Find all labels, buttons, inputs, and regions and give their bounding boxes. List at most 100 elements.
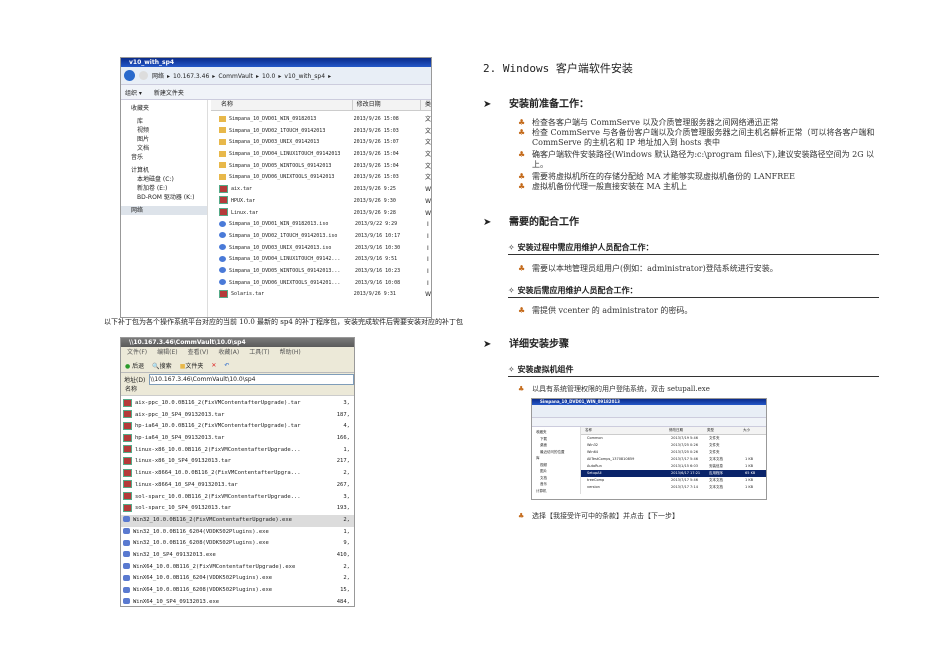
file-row[interactable]: WinX64_10.0.0B116_6208(VDDK502Plugins).e… <box>121 585 354 597</box>
file-row[interactable]: linux-x86_10.0.0B116_2(FixVMContentafter… <box>121 445 354 457</box>
file-row[interactable]: HPUX.tar 2013/9/26 9:30 W <box>211 196 431 208</box>
breadcrumb-item[interactable]: 10.0 <box>262 73 275 80</box>
file-row[interactable]: Simpana_10_DVD04_LINUX1TOUCH_09142... 201… <box>211 254 431 266</box>
breadcrumb-item[interactable]: CommVault <box>218 73 253 80</box>
file-row[interactable]: Simpana_10_DVD05_WINTOOLS_09142013 2013/9… <box>211 161 431 173</box>
file-name: Win32_10_SP4_09132013.exe <box>121 550 320 562</box>
menu-item[interactable]: 编辑(E) <box>157 347 177 358</box>
file-row[interactable]: hp-ia64_10.0.0B116_2(FixVMContentafterUp… <box>121 421 354 433</box>
file-size: 267, <box>336 481 350 488</box>
file-row[interactable]: Simpana_10_DVD03_UNIX_09142013 2013/9/26 … <box>211 137 431 149</box>
nav-item[interactable]: 文档 <box>121 144 207 153</box>
file-name-text: Win32_10.0.0B116_6204(VDDK502Plugins).ex… <box>133 528 269 535</box>
nav-item[interactable]: 库 <box>121 117 207 126</box>
file-row[interactable]: sol-sparc_10.0.0B116_2(FixVMContentafter… <box>121 492 354 504</box>
file-row[interactable]: Simpana_10_DVD06_UNIXTOOLS_09142013 2013/… <box>211 172 431 184</box>
file-row[interactable]: SetupAll 2013/6/17 17:21 应用程序 65 KB <box>581 470 766 477</box>
forward-icon[interactable] <box>139 71 148 80</box>
back-button[interactable]: ● 后退 <box>125 361 144 370</box>
file-name-text: aix.tar <box>231 186 253 193</box>
nav-item[interactable]: 本地磁盘 (C:) <box>121 175 207 184</box>
nav-item[interactable]: 计算机 <box>532 488 580 495</box>
nav-item[interactable]: 图片 <box>121 135 207 144</box>
file-date: 2013/9/26 15:03 <box>353 127 399 134</box>
col-date[interactable]: 修改日期 <box>351 100 420 110</box>
file-row[interactable]: Win64 2013/7/25 0:26 文件夹 <box>581 449 766 456</box>
breadcrumb-item[interactable]: 网络 <box>152 73 164 80</box>
col-name[interactable]: 名称 <box>211 100 352 110</box>
file-row[interactable]: AutoRun 2013/1/15 6:03 安装信息 1 KB <box>581 463 766 470</box>
file-row[interactable]: Simpana_10_DVD02_1TOUCH_09142013 2013/9/2… <box>211 126 431 138</box>
file-row[interactable]: Win32_10_SP4_09132013.exe 410, <box>121 550 354 562</box>
file-row[interactable]: AllTestComps_1370810859 2013/7/17 5:46 文本文… <box>581 456 766 463</box>
menu-item[interactable]: 收藏(A) <box>218 347 239 358</box>
nav-item[interactable]: BD-ROM 驱动器 (K:) <box>121 193 207 202</box>
nav-item[interactable]: 收藏夹 <box>121 104 207 113</box>
col-name[interactable]: 名称 <box>581 427 669 434</box>
file-name-text: sol-sparc_10_SP4_09132013.tar <box>135 505 232 512</box>
file-size: 193, <box>336 505 350 512</box>
file-row[interactable]: linux-x86_10_SP4_09132013.tar 217, <box>121 456 354 468</box>
menu-item[interactable]: 查看(V) <box>188 347 209 358</box>
col-type[interactable]: 类 <box>419 100 431 110</box>
file-row[interactable]: version 2013/7/17 7:14 文本文档 1 KB <box>581 484 766 491</box>
col-type[interactable]: 类型 <box>707 427 743 434</box>
nav-item[interactable]: 音乐 <box>121 153 207 162</box>
undo-icon[interactable]: ↶ <box>224 362 229 369</box>
file-row[interactable]: aix.tar 2013/9/26 9:25 W <box>211 184 431 196</box>
file-row[interactable]: Simpana_10_DVD04_LINUX1TOUCH_09142013 201… <box>211 149 431 161</box>
delete-icon[interactable]: ✕ <box>211 362 216 369</box>
col-name[interactable]: 名称 <box>121 385 137 395</box>
file-row[interactable]: Common 2013/7/19 5:46 文件夹 <box>581 435 766 442</box>
list-item-text: 确客户端软件安装路径(Windows 默认路径为:c:\program file… <box>532 150 875 169</box>
new-folder-button[interactable]: 新建文件夹 <box>154 88 184 97</box>
organize-button[interactable]: 组织 ▾ <box>125 88 142 97</box>
search-button[interactable]: 🔍搜索 <box>152 361 172 370</box>
file-row[interactable]: Solaris.tar 2013/9/26 9:31 W <box>211 289 431 301</box>
chevron-right-icon: ▸ <box>167 73 171 80</box>
breadcrumb[interactable]: 网络 ▸ 10.167.3.46 ▸ CommVault ▸ 10.0 ▸ v10_with_s… <box>152 71 334 80</box>
file-name: treeComp <box>587 478 605 482</box>
file-row[interactable]: Win32_10.0.0B116_6208(VDDK502Plugins).ex… <box>121 538 354 550</box>
file-row[interactable]: sol-sparc_10_SP4_09132013.tar 193, <box>121 503 354 515</box>
nav-item[interactable]: 网络 <box>121 206 207 215</box>
menu-item[interactable]: 帮助(H) <box>280 347 301 358</box>
file-row[interactable]: hp-ia64_10_SP4_09132013.tar 166, <box>121 433 354 445</box>
file-row[interactable]: Simpana_10_DVD03_UNIX_09142013.iso 2013/9… <box>211 243 431 255</box>
file-row[interactable]: Linux.tar 2013/9/26 9:28 W <box>211 208 431 220</box>
file-row[interactable]: Simpana_10_DVD01_WIN_09182013.iso 2013/9/… <box>211 219 431 231</box>
menu-item[interactable]: 文件(F) <box>127 347 147 358</box>
breadcrumb-item[interactable]: 10.167.3.46 <box>173 73 209 80</box>
file-row[interactable]: linux-x8664_10.0.0B116_2(FixVMContentaft… <box>121 468 354 480</box>
file-row[interactable]: WinX64_10.0.0B116_6204(VDDK502Plugins).e… <box>121 573 354 585</box>
file-row[interactable]: treeComp 2013/7/17 5:46 文本文档 1 KB <box>581 477 766 484</box>
file-row[interactable]: Win32_10.0.0B116_2(FixVMContentafterUpgr… <box>121 514 354 527</box>
file-row[interactable]: linux-x8664_10_SP4_09132013.tar 267, <box>121 480 354 492</box>
address-bar[interactable]: 网络 ▸ 10.167.3.46 ▸ CommVault ▸ 10.0 ▸ v10_with_s… <box>121 67 431 85</box>
col-date[interactable]: 修改日期 <box>669 427 707 434</box>
nav-item[interactable]: 视频 <box>121 126 207 135</box>
col-size[interactable]: 大小 <box>743 427 750 434</box>
nav-item[interactable]: 计算机 <box>121 166 207 175</box>
file-row[interactable]: Win32 2013/7/25 0:26 文件夹 <box>581 442 766 449</box>
file-row[interactable]: Win32_10.0.0B116_6204(VDDK502Plugins).ex… <box>121 527 354 539</box>
file-row[interactable]: Simpana_10_DVD01_WIN_09182013 2013/9/26 1… <box>211 114 431 126</box>
folders-button[interactable]: ■文件夹 <box>180 361 204 370</box>
file-row[interactable]: WinX64_10_SP4_09132013.exe 484, <box>121 597 354 606</box>
address-bar[interactable] <box>532 405 766 418</box>
file-row[interactable]: aix-ppc_10_SP4_09132013.tar 187, <box>121 410 354 422</box>
file-row[interactable]: WinX64_10.0.0B116_2(FixVMContentafterUpg… <box>121 562 354 574</box>
file-row[interactable]: Simpana_10_DVD05_WINTOOLS_09142013... 201… <box>211 266 431 278</box>
breadcrumb-item[interactable]: v10_with_sp4 <box>284 73 325 80</box>
menu-item[interactable]: 工具(T) <box>249 347 269 358</box>
subheading-during-install: ✧ 安装过程中需应用维护人员配合工作： <box>508 242 879 255</box>
file-row[interactable]: Simpana_10_DVD06_UNIXTOOLS_0914201... 201… <box>211 278 431 290</box>
exe-icon <box>123 563 130 570</box>
nav-item[interactable]: 新加卷 (E:) <box>121 184 207 193</box>
exe-icon <box>123 586 130 593</box>
folder-icon <box>219 162 226 169</box>
back-icon[interactable] <box>124 70 135 81</box>
file-row[interactable]: aix-ppc_10.0.0B116_2(FixVMContentafterUp… <box>121 398 354 410</box>
address-input[interactable]: \\10.167.3.46\CommVault\10.0\sp4 <box>149 373 354 385</box>
file-row[interactable]: Simpana_10_DVD02_1TOUCH_09142013.iso 2013… <box>211 231 431 243</box>
